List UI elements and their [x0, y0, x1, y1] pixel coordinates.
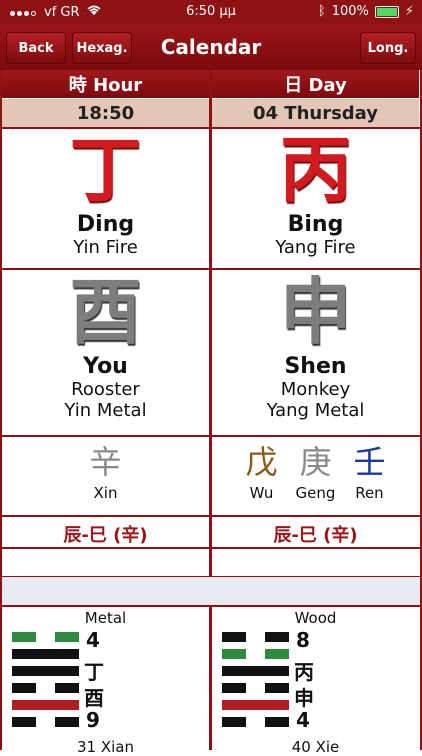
- status-right: ᛒ 100% ⚡: [318, 4, 414, 19]
- bluetooth-icon: ᛒ: [317, 4, 326, 19]
- separator-band: [2, 577, 420, 605]
- hour-relation: 辰-巳 (辛): [63, 525, 148, 546]
- hexagram-line: [265, 717, 289, 727]
- hexagram-line: [222, 666, 289, 676]
- grid-line: [0, 435, 422, 437]
- page-title: Calendar: [160, 35, 262, 59]
- hexagram-line: [265, 632, 289, 642]
- hexagram-line: [12, 632, 36, 642]
- day-branch-animal: Monkey: [280, 379, 351, 400]
- hidden-stem-name: Wu: [249, 484, 274, 502]
- hour-branch[interactable]: 酉 You Rooster Yin Metal: [2, 270, 209, 435]
- hidden-stem-name: Xin: [93, 484, 118, 502]
- battery-percent: 100%: [331, 4, 369, 19]
- hexagram-line: [12, 666, 79, 676]
- hour-stem[interactable]: 丁 Ding Yin Fire: [2, 128, 209, 268]
- hour-branch-animal: Rooster: [71, 379, 140, 400]
- hexagram-line: [222, 632, 246, 642]
- hidden-stem-char: 壬: [353, 443, 386, 481]
- hex-mark: 酉: [84, 686, 104, 710]
- day-hidden-stems: 戊 Wu 庚 Geng 壬 Ren: [212, 440, 419, 515]
- hidden-stem: 戊 Wu: [246, 440, 278, 515]
- day-branch[interactable]: 申 Shen Monkey Yang Metal: [212, 270, 419, 435]
- hexagram-line: [222, 649, 246, 659]
- day-branch-element: Yang Metal: [266, 400, 365, 421]
- hex-mark: 4: [296, 708, 310, 732]
- battery-icon: [374, 5, 399, 18]
- hexagram-line: [222, 717, 246, 727]
- grid-line: [0, 547, 422, 549]
- hex-mark: 8: [296, 628, 310, 652]
- hour-stem-element: Yin Fire: [73, 237, 138, 258]
- hex-mark: 丙: [294, 660, 314, 684]
- hexagram-line: [265, 649, 289, 659]
- day-hex-name: 40 Xie: [291, 738, 340, 756]
- day-header: 日 Day: [212, 70, 419, 98]
- hour-hex-name: 31 Xian: [77, 738, 134, 756]
- hour-hidden-stems: 辛 Xin: [2, 440, 209, 515]
- hidden-stem: 壬 Ren: [353, 440, 385, 515]
- hexagram-line: [12, 717, 36, 727]
- hour-branch-name: You: [83, 354, 128, 379]
- status-bar: vf GR 6:50 μμ ᛒ 100% ⚡: [0, 0, 422, 24]
- day-stem-name: Bing: [287, 212, 344, 237]
- day-hex-element: Wood: [294, 609, 337, 627]
- hidden-stem-char: 辛: [89, 443, 122, 481]
- hidden-stem: 庚 Geng: [296, 440, 336, 515]
- nav-bar: Back Hexag. Calendar Long.: [0, 24, 422, 70]
- day-branch-char: 申: [279, 269, 352, 354]
- hidden-stem-name: Geng: [295, 484, 336, 502]
- grid-line: [0, 515, 422, 517]
- hexagram-line: [12, 649, 79, 659]
- day-relation: 辰-巳 (辛): [273, 525, 358, 546]
- grid-line: [0, 605, 422, 607]
- day-stem-element: Yang Fire: [275, 237, 356, 258]
- hour-stem-name: Ding: [76, 212, 135, 237]
- hex-mark: 申: [294, 686, 314, 710]
- hour-hex-element: Metal: [84, 609, 127, 627]
- hour-stem-char: 丁: [69, 127, 142, 212]
- hexagram-line: [55, 632, 79, 642]
- hex-mark: 9: [86, 708, 100, 732]
- day-stem-char: 丙: [279, 127, 352, 212]
- hour-branch-char: 酉: [69, 269, 142, 354]
- hexagram-line: [12, 683, 36, 693]
- hidden-stem-char: 戊: [245, 443, 278, 481]
- hex-mark: 丁: [84, 660, 104, 684]
- long-button[interactable]: Long.: [360, 32, 416, 64]
- hidden-stem-name: Ren: [355, 484, 384, 502]
- day-stem[interactable]: 丙 Bing Yang Fire: [212, 128, 419, 268]
- hexagram-line: [55, 717, 79, 727]
- hour-branch-element: Yin Metal: [64, 400, 147, 421]
- day-branch-name: Shen: [284, 354, 347, 379]
- hexagram-line: [222, 683, 246, 693]
- hexagram-line: [265, 683, 289, 693]
- hour-value: 18:50: [2, 99, 209, 127]
- hidden-stem-char: 庚: [299, 443, 332, 481]
- hexagram-line: [12, 700, 79, 710]
- hour-header: 時 Hour: [2, 70, 209, 98]
- hexagram-line: [55, 683, 79, 693]
- day-value: 04 Thursday: [212, 99, 419, 127]
- charging-icon: ⚡: [404, 4, 414, 19]
- hexagram-line: [222, 700, 289, 710]
- hex-mark: 4: [86, 628, 100, 652]
